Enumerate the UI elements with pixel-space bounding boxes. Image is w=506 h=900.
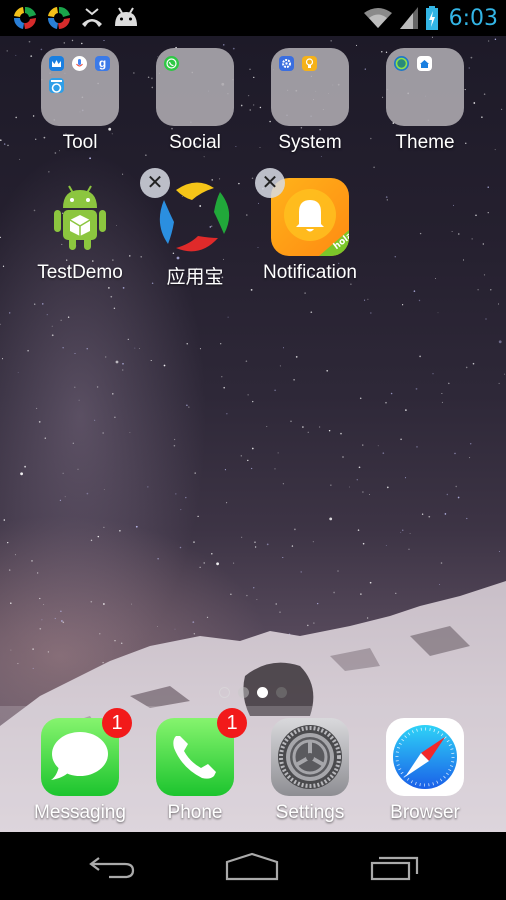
- page-dot[interactable]: [238, 687, 249, 698]
- android-robot-icon: [54, 185, 106, 250]
- app-yingyongbao[interactable]: ✕ 应用宝: [140, 168, 250, 289]
- navigation-bar: [0, 832, 506, 900]
- crown-app-icon: [49, 56, 64, 71]
- back-button[interactable]: [82, 850, 142, 884]
- app-label: TestDemo: [37, 262, 123, 283]
- recents-button[interactable]: [365, 850, 425, 884]
- app-testdemo[interactable]: TestDemo: [25, 178, 135, 284]
- dock-app-phone[interactable]: 1 Phone: [140, 708, 250, 824]
- page-dot-active[interactable]: [257, 687, 268, 698]
- app-label: 应用宝: [166, 267, 224, 288]
- signal-icon: [399, 7, 418, 29]
- dock-app-browser[interactable]: Browser: [370, 718, 480, 824]
- bulb-icon: [302, 56, 317, 71]
- app-label: Notification: [263, 262, 357, 283]
- home-outline-icon: [225, 852, 279, 881]
- folder-tile: [271, 48, 349, 126]
- folder-label: Theme: [395, 132, 455, 153]
- home-launcher-icon: [417, 56, 432, 71]
- page-indicator[interactable]: [0, 687, 506, 698]
- app-label: Phone: [167, 802, 223, 823]
- folder-tile: [156, 48, 234, 126]
- remove-app-button[interactable]: ✕: [140, 168, 170, 198]
- status-bar: 6:03: [0, 0, 506, 36]
- app-label: Settings: [275, 802, 345, 823]
- recent-apps-icon: [370, 856, 419, 881]
- dock: 1 Messaging 1 Phone Settings Browser: [0, 706, 506, 832]
- voice-search-icon: [72, 56, 87, 71]
- notification-icons: [12, 5, 140, 31]
- browser-speed-icon: [49, 78, 64, 93]
- settings-gear-icon: [279, 56, 294, 71]
- remove-app-button[interactable]: ✕: [255, 168, 285, 198]
- back-arrow-icon: [89, 857, 135, 879]
- dock-app-settings[interactable]: Settings: [255, 718, 365, 824]
- folder-tool[interactable]: g Tool: [25, 48, 135, 154]
- app-notification[interactable]: ✕ hola Notification: [255, 168, 365, 284]
- compass-icon: [386, 718, 464, 796]
- folder-label: Social: [169, 132, 221, 153]
- folder-theme[interactable]: Theme: [370, 48, 480, 154]
- whatsapp-icon: [164, 56, 179, 71]
- folder-label: Tool: [62, 132, 98, 153]
- settings-gear-icon: [271, 718, 349, 796]
- battery-charging-icon: [425, 6, 438, 30]
- app-store-icon: [47, 6, 70, 29]
- app-store-icon: [13, 6, 36, 29]
- folder-tile: [386, 48, 464, 126]
- missed-call-badge: 1: [217, 708, 247, 738]
- search-page-dot[interactable]: [219, 687, 230, 698]
- wifi-icon: [363, 8, 392, 28]
- folder-label: System: [278, 132, 342, 153]
- missed-call-icon: [82, 8, 102, 27]
- folder-social[interactable]: Social: [140, 48, 250, 154]
- folder-tile: g: [41, 48, 119, 126]
- clock: 6:03: [448, 5, 498, 31]
- ring-theme-icon: [394, 56, 409, 71]
- app-label: Browser: [390, 802, 460, 823]
- page-dot[interactable]: [276, 687, 287, 698]
- dock-app-messaging[interactable]: 1 Messaging: [25, 708, 135, 824]
- folder-system[interactable]: System: [255, 48, 365, 154]
- home-button[interactable]: [222, 850, 282, 884]
- system-icons: 6:03: [363, 3, 498, 33]
- android-debug-icon: [115, 7, 137, 26]
- unread-badge: 1: [102, 708, 132, 738]
- hola-corner-text: hola: [332, 231, 349, 252]
- app-label: Messaging: [34, 802, 126, 823]
- google-icon: g: [95, 56, 110, 71]
